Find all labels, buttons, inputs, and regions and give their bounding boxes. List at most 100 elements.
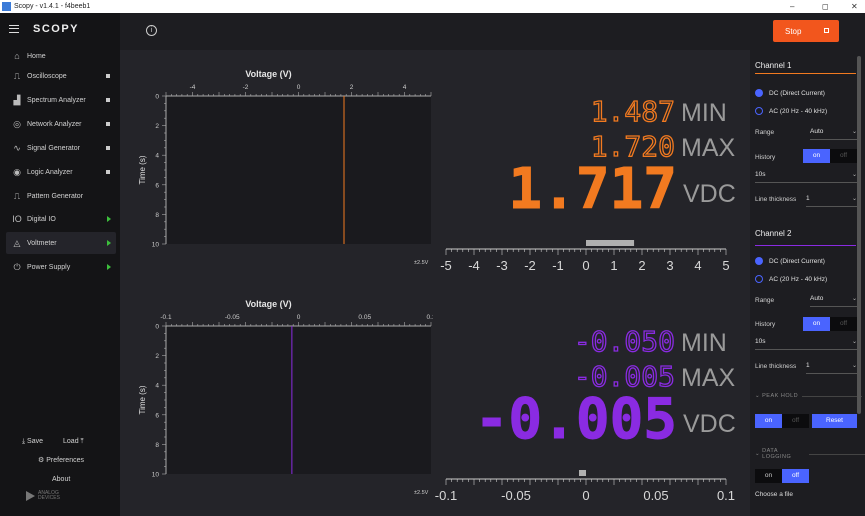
- save-label: Save: [27, 438, 44, 445]
- close-button[interactable]: ✕: [851, 0, 858, 13]
- ch2-history-on[interactable]: on: [803, 317, 830, 331]
- settings-scrollbar[interactable]: [857, 56, 861, 414]
- x-tick-label: -2: [243, 84, 249, 91]
- channel1-title: Channel 1: [755, 61, 792, 70]
- ch1-bar-tick-label: 3: [666, 258, 673, 270]
- ch1-ac-radio[interactable]: AC (20 Hz - 40 kHz): [755, 107, 827, 115]
- ch2-bar-tick-label: 0: [582, 488, 589, 500]
- channel1-divider: [755, 73, 856, 74]
- y-tick-label: 2: [155, 123, 159, 130]
- stop-button[interactable]: Stop: [773, 20, 839, 42]
- sidebar-item-pattern-generator[interactable]: ⎍ Pattern Generator: [6, 185, 116, 207]
- y-tick-label: 6: [155, 182, 159, 189]
- ch1-min-label: MIN: [681, 99, 727, 127]
- ch1-unit-label: VDC: [683, 180, 736, 208]
- radio-unselected-icon: [755, 107, 763, 115]
- sidebar-item-voltmeter[interactable]: ◬ Voltmeter: [6, 232, 116, 254]
- minimize-button[interactable]: –: [790, 0, 794, 13]
- sidebar-item-label: Digital IO: [27, 215, 56, 223]
- ch1-max-label: MAX: [681, 134, 736, 162]
- peak-hold-section[interactable]: ⌄ PEAK HOLD: [755, 393, 862, 399]
- home-icon: ⌂: [14, 51, 20, 61]
- plot-title: Voltage (V): [245, 69, 291, 79]
- sidebar-item-oscilloscope[interactable]: ⎍ Oscilloscope: [6, 65, 116, 87]
- y-tick-label: 6: [155, 412, 159, 419]
- ch2-thickness-label: Line thickness: [755, 363, 797, 370]
- ch2-range-select[interactable]: Auto ⌄: [810, 295, 857, 302]
- analog-devices-logo: ANALOG DEVICES: [26, 491, 60, 501]
- y-axis-label: Time (s): [138, 385, 147, 414]
- status-square-icon: [106, 98, 110, 102]
- sidebar-item-logic-analyzer[interactable]: ◉ Logic Analyzer: [6, 161, 116, 183]
- sidebar-item-home[interactable]: ⌂ Home: [6, 45, 116, 67]
- x-tick-label: 2: [350, 84, 354, 91]
- ch1-range-select[interactable]: Auto ⌄: [810, 128, 857, 135]
- data-logging-toggle[interactable]: on off: [755, 469, 809, 483]
- sidebar-item-label: Logic Analyzer: [27, 168, 73, 176]
- hamburger-menu-icon[interactable]: [9, 25, 19, 33]
- channel2-title: Channel 2: [755, 229, 792, 238]
- power-supply-icon: ⏻: [13, 261, 21, 272]
- ch1-bar-tick-label: -3: [496, 258, 508, 270]
- sidebar-item-digital-io[interactable]: IO Digital IO: [6, 208, 116, 230]
- status-square-icon: [106, 74, 110, 78]
- sidebar-item-signal-generator[interactable]: ∿ Signal Generator: [6, 137, 116, 159]
- choose-file-link[interactable]: Choose a file: [755, 491, 793, 498]
- data-logging-title: DATA LOGGING: [762, 448, 792, 460]
- x-tick-label: -0.05: [225, 314, 240, 321]
- preferences-button[interactable]: ⚙ Preferences: [38, 456, 84, 464]
- reset-button[interactable]: Reset: [812, 414, 857, 428]
- status-square-icon: [106, 146, 110, 150]
- ch1-thickness-label: Line thickness: [755, 196, 797, 203]
- radio-unselected-icon: [755, 275, 763, 283]
- ch1-dc-label: DC (Direct Current): [769, 89, 825, 97]
- settings-panel: Channel 1 DC (Direct Current) AC (20 Hz …: [750, 50, 865, 516]
- maximize-button[interactable]: ◻: [822, 0, 829, 13]
- data-logging-off[interactable]: off: [782, 469, 809, 483]
- ch1-dc-radio[interactable]: DC (Direct Current): [755, 89, 825, 97]
- status-square-icon: [106, 122, 110, 126]
- save-button[interactable]: ⤓ Save: [22, 438, 43, 446]
- x-tick-label: -0.1: [160, 314, 172, 321]
- ch1-history-toggle[interactable]: on off: [803, 149, 857, 163]
- ch1-bar-tick-label: -5: [440, 258, 452, 270]
- sidebar-item-network-analyzer[interactable]: ◎ Network Analyzer: [6, 113, 116, 135]
- sidebar-item-spectrum-analyzer[interactable]: ▟ Spectrum Analyzer: [6, 89, 116, 111]
- data-logging-section[interactable]: ⌄ DATA LOGGING: [755, 448, 865, 460]
- y-tick-label: 2: [155, 353, 159, 360]
- plot-background: [166, 96, 431, 244]
- load-label: Load: [63, 438, 79, 445]
- load-button[interactable]: Load ⤒: [63, 438, 84, 446]
- ch1-range-underline: [810, 139, 857, 140]
- sidebar-item-power-supply[interactable]: ⏻ Power Supply: [6, 256, 116, 278]
- ch2-bar-tick-label: -0.05: [501, 488, 531, 500]
- ch2-history-off[interactable]: off: [830, 317, 857, 331]
- ch2-thickness-select[interactable]: 1 ⌄: [806, 362, 857, 369]
- oscilloscope-icon: ⎍: [13, 70, 21, 81]
- plot-background: [166, 326, 431, 474]
- ch1-history-on[interactable]: on: [803, 149, 830, 163]
- ch1-range-value: Auto: [810, 128, 824, 135]
- ch2-history-toggle[interactable]: on off: [803, 317, 857, 331]
- about-button[interactable]: About: [52, 476, 70, 483]
- ch2-history-select[interactable]: 10s ⌄: [755, 338, 857, 345]
- sidebar-item-label: Signal Generator: [27, 144, 80, 152]
- ch1-history-select[interactable]: 10s ⌄: [755, 171, 857, 178]
- peak-hold-toggle[interactable]: on off: [755, 414, 809, 428]
- peak-hold-on[interactable]: on: [755, 414, 782, 428]
- sidebar-item-label: Home: [27, 52, 46, 60]
- x-tick-label: -4: [190, 84, 196, 91]
- running-triangle-icon: [107, 240, 111, 246]
- data-logging-on[interactable]: on: [755, 469, 782, 483]
- peak-hold-off[interactable]: off: [782, 414, 809, 428]
- channel1-readout: 1.487 MIN1.720 MAX1.717 VDC: [508, 94, 736, 218]
- ch1-thickness-select[interactable]: 1 ⌄: [806, 195, 857, 202]
- ch1-history-off[interactable]: off: [830, 149, 857, 163]
- ch1-bar-tick-label: 2: [638, 258, 645, 270]
- ch2-ac-radio[interactable]: AC (20 Hz - 40 kHz): [755, 275, 827, 283]
- ch1-thickness-underline: [806, 206, 857, 207]
- info-icon[interactable]: i: [146, 25, 157, 36]
- ch2-dc-radio[interactable]: DC (Direct Current): [755, 257, 825, 265]
- radio-selected-icon: [755, 89, 763, 97]
- channel1-history-plot: Voltage (V) Time (s) -4 -2 0 2 4 0 2 4 6 8 10: [138, 69, 432, 249]
